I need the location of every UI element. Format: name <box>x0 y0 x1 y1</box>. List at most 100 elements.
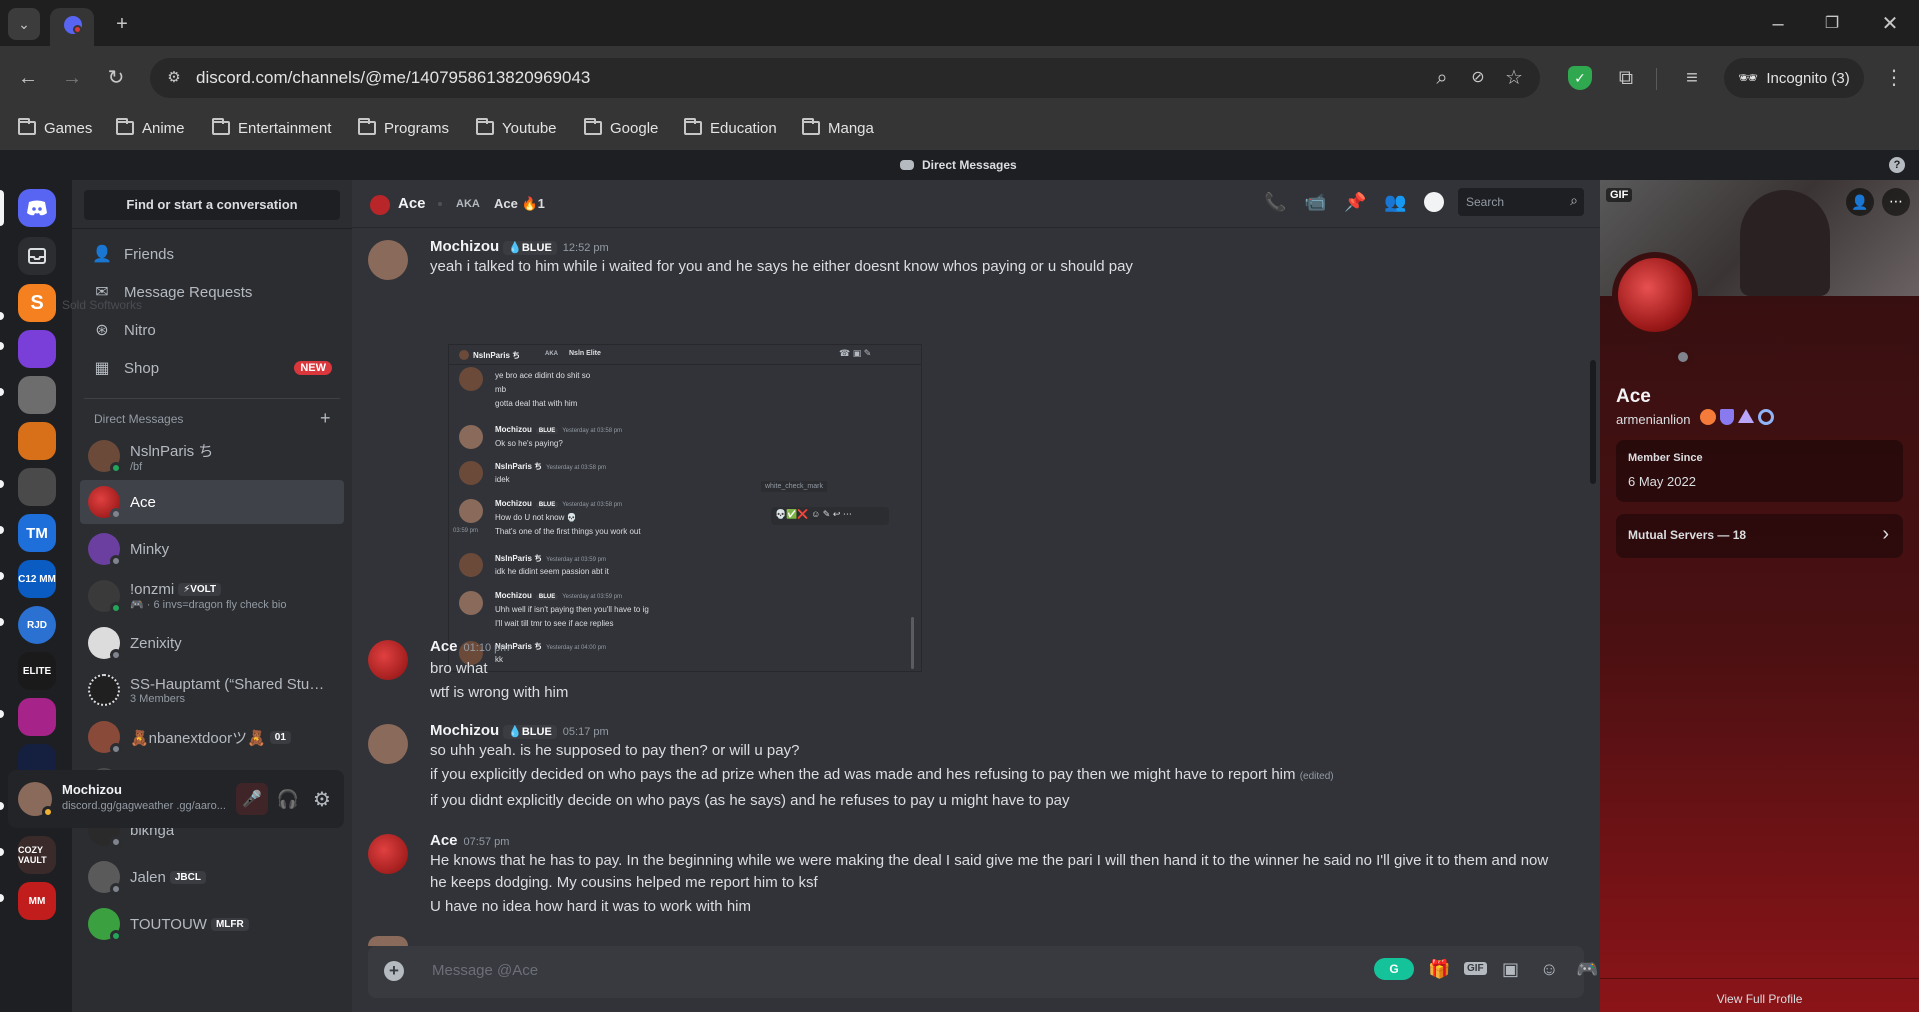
grammarly-icon[interactable]: G <box>1374 958 1414 980</box>
star-icon[interactable]: ☆ <box>1502 66 1526 90</box>
bookmark-google[interactable]: Google <box>584 114 658 142</box>
avatar[interactable] <box>368 834 408 874</box>
minimize-icon[interactable]: – <box>1766 12 1790 36</box>
bookmark-anime[interactable]: Anime <box>116 114 185 142</box>
deafen-button[interactable]: 🎧 <box>272 783 304 815</box>
address-bar[interactable]: ⚙ discord.com/channels/@me/1407958613820… <box>150 58 1540 98</box>
dm-item[interactable]: !onzmi ⚡VOLT 🎮 · 6 invs=dragon fly check … <box>80 574 344 618</box>
server-icon[interactable]: TM <box>18 514 56 552</box>
discord-home-icon[interactable] <box>18 189 56 227</box>
embed-reaction-bar: 💀✅❌ ☺ ✎ ↩ ⋯ <box>771 507 889 525</box>
header-name[interactable]: Ace <box>398 195 426 212</box>
server-icon[interactable]: MM <box>18 882 56 920</box>
avatar[interactable] <box>368 240 408 280</box>
user-name[interactable]: Mochizou <box>62 782 122 797</box>
help-icon[interactable]: ? <box>1889 157 1905 173</box>
embed-line: I'll wait till tmr to see if ace replies <box>495 619 614 628</box>
back-icon[interactable]: ← <box>16 66 40 90</box>
browser-tab[interactable] <box>50 8 94 46</box>
server-icon[interactable] <box>18 376 56 414</box>
dm-sidebar: Find or start a conversation 👤 Friends ✉… <box>62 180 352 1012</box>
find-conversation-button[interactable]: Find or start a conversation <box>84 190 340 220</box>
dm-item[interactable]: Minky <box>80 527 344 571</box>
sidebar-item-friends[interactable]: 👤 Friends <box>80 236 344 272</box>
server-icon[interactable]: RJD <box>18 606 56 644</box>
user-profile-toggle-icon[interactable] <box>1424 192 1444 212</box>
reload-icon[interactable]: ↻ <box>104 66 128 90</box>
server-icon[interactable] <box>18 698 56 736</box>
settings-button[interactable]: ⚙ <box>306 783 338 815</box>
attached-image[interactable]: NslnParis ち AKA Nsln Elite ☎ ▣ ✎ ye bro … <box>448 344 922 672</box>
search-input[interactable]: Search ⌕ <box>1458 188 1584 216</box>
message-author[interactable]: Mochizou <box>430 722 499 739</box>
avatar[interactable] <box>368 724 408 764</box>
server-icon[interactable]: COZY VAULT <box>18 836 56 874</box>
media-control-icon[interactable]: ≡ <box>1680 66 1704 90</box>
attach-plus-icon[interactable]: + <box>384 961 404 981</box>
add-friend-button[interactable]: 👤 <box>1846 188 1874 216</box>
server-icon[interactable] <box>18 468 56 506</box>
close-window-icon[interactable]: ✕ <box>1878 12 1902 36</box>
message-input[interactable]: Message @Ace <box>432 962 538 979</box>
message-author[interactable]: Ace <box>430 832 458 849</box>
server-icon[interactable] <box>18 422 56 460</box>
add-friends-icon[interactable]: 👥 <box>1384 192 1406 213</box>
message-author[interactable]: Mochizou <box>430 238 499 255</box>
user-avatar[interactable] <box>18 782 54 818</box>
extensions-icon[interactable]: ⧉ <box>1614 66 1638 90</box>
message-composer[interactable]: + Message @Ace G 🎁 GIF ▣ ☺ 🎮 <box>368 946 1598 998</box>
inbox-icon[interactable] <box>18 237 56 275</box>
browser-menu-icon[interactable]: ⋮ <box>1882 66 1906 90</box>
server-icon[interactable]: C12 MM <box>18 560 56 598</box>
dm-item[interactable]: NslnParis ち/bf <box>80 434 344 478</box>
eye-off-icon[interactable]: ⊘ <box>1466 66 1490 90</box>
create-dm-icon[interactable]: + <box>320 408 331 429</box>
incognito-pill[interactable]: 🕶 Incognito (3) <box>1724 58 1864 98</box>
profile-avatar[interactable] <box>1612 252 1698 338</box>
gift-icon[interactable]: 🎁 <box>1428 959 1450 980</box>
view-full-profile-link[interactable]: View Full Profile <box>1600 992 1919 1006</box>
gif-icon[interactable]: GIF <box>1464 962 1487 975</box>
embed-line: That's one of the first things you work … <box>495 527 641 536</box>
bookmark-programs[interactable]: Programs <box>358 114 449 142</box>
mutual-servers-button[interactable]: Mutual Servers — 18 › <box>1616 514 1903 558</box>
sidebar-item-shop[interactable]: ▦ Shop NEW <box>80 350 344 386</box>
sticker-icon[interactable]: ▣ <box>1502 959 1519 980</box>
server-icon[interactable]: ELITE <box>18 652 56 690</box>
edited-marker: (edited) <box>1299 771 1334 782</box>
dm-item[interactable]: TOUTOUW MLFR <box>80 902 344 946</box>
restore-icon[interactable]: ❐ <box>1820 12 1844 36</box>
bookmark-manga[interactable]: Manga <box>802 114 874 142</box>
dm-item-active[interactable]: Ace <box>80 480 344 524</box>
mute-button[interactable]: 🎤 <box>236 783 268 815</box>
sidebar-item-nitro[interactable]: ⊛ Nitro <box>80 312 344 348</box>
avatar[interactable] <box>368 640 408 680</box>
emoji-icon[interactable]: ☺ <box>1540 959 1558 980</box>
message-timestamp: 07:57 pm <box>463 836 510 848</box>
forward-icon[interactable]: → <box>60 66 84 90</box>
video-call-icon[interactable]: 📹 <box>1304 192 1326 213</box>
dm-item[interactable]: Jalen JBCL <box>80 855 344 899</box>
chat-scrollbar[interactable] <box>1590 360 1596 484</box>
new-tab-button[interactable]: + <box>110 12 134 36</box>
site-info-icon[interactable]: ⚙ <box>162 66 186 90</box>
tab-search-icon[interactable]: ⌄ <box>8 8 40 40</box>
shield-extension-icon[interactable]: ✓ <box>1568 66 1592 90</box>
bookmark-games[interactable]: Games <box>18 114 92 142</box>
server-icon[interactable]: S <box>18 284 56 322</box>
dm-item[interactable]: 🧸nbanextdoorツ🧸 01 <box>80 715 344 759</box>
more-options-button[interactable]: ⋯ <box>1882 188 1910 216</box>
message-author[interactable]: Ace <box>430 638 458 655</box>
bookmark-youtube[interactable]: Youtube <box>476 114 557 142</box>
zoom-icon[interactable]: ⌕ <box>1430 66 1454 90</box>
dm-item[interactable]: Zenixity <box>80 621 344 665</box>
avatar <box>88 908 122 942</box>
activities-icon[interactable]: 🎮 <box>1576 959 1598 980</box>
bookmark-education[interactable]: Education <box>684 114 777 142</box>
voice-call-icon[interactable]: 📞 <box>1264 192 1286 213</box>
dm-group-item[interactable]: SS-Hauptamt (“Shared Stud… 3 Members <box>80 668 344 712</box>
server-icon[interactable] <box>18 330 56 368</box>
pin-icon[interactable]: 📌 <box>1344 192 1366 213</box>
bookmark-entertainment[interactable]: Entertainment <box>212 114 331 142</box>
new-badge: NEW <box>294 361 332 375</box>
